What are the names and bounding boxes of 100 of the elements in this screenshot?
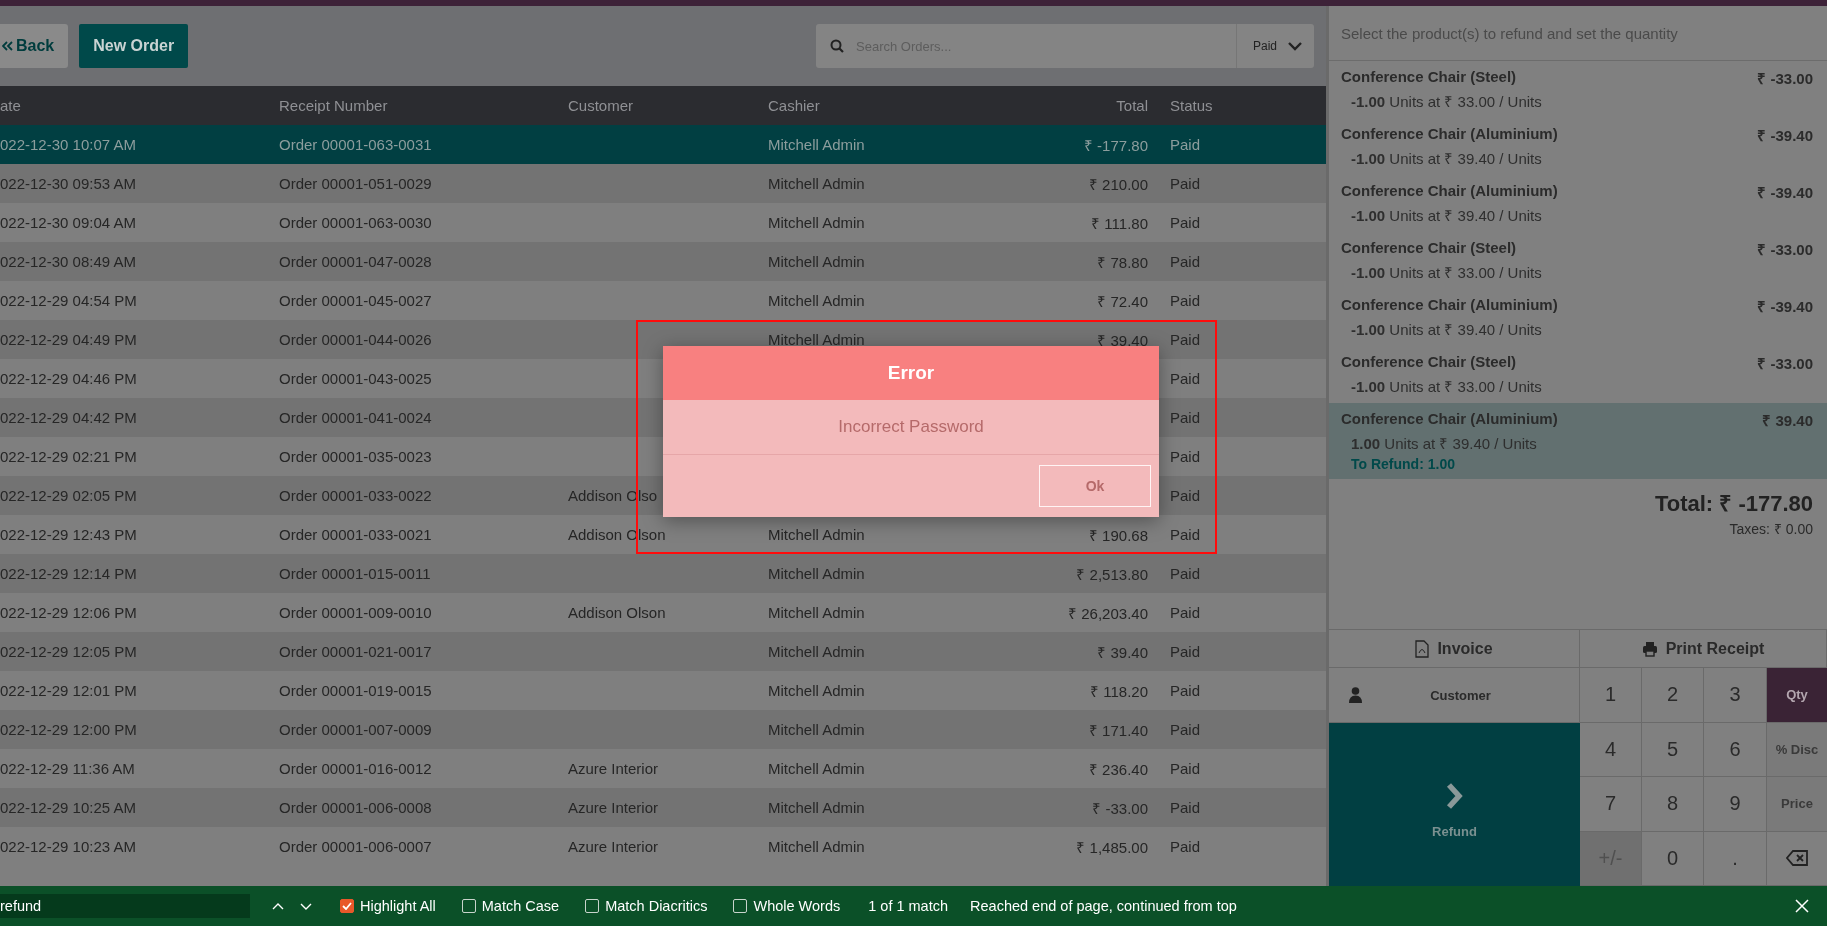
table-cell: Order 00001-021-0017 (279, 643, 432, 660)
table-cell: Paid (1170, 175, 1201, 192)
dialog-message: Incorrect Password (838, 417, 984, 437)
table-cell: Paid (1170, 136, 1201, 153)
table-cell-text: ₹ 171.40 (1088, 720, 1148, 740)
column-header: Status (1170, 97, 1213, 114)
table-cell: Paid (1170, 331, 1201, 348)
line-price: ₹ -33.00 (1757, 354, 1813, 373)
column-header: ate (0, 97, 21, 114)
line-price: ₹ -39.40 (1757, 297, 1813, 316)
table-cell: Mitchell Admin (768, 799, 865, 816)
order-total: Total: ₹ -177.80 (1654, 490, 1813, 517)
table-cell: Paid (1170, 370, 1201, 387)
column-header: Customer (568, 97, 634, 114)
table-cell: Mitchell Admin (768, 565, 865, 582)
table-cell: Paid (1170, 838, 1201, 855)
table-cell-text: ₹ 26,203.40 (1068, 603, 1148, 623)
table-cell: Mitchell Admin (768, 838, 865, 855)
table-cell: Paid (1170, 643, 1201, 660)
table-cell-text: ₹ 190.68 (1088, 525, 1148, 545)
table-cell: Order 00001-063-0030 (279, 214, 432, 231)
refund-quantity: To Refund: 1.00 (1350, 456, 1456, 472)
table-cell: 022-12-29 12:00 PM (0, 721, 137, 738)
table-cell: Paid (1170, 604, 1201, 621)
table-cell: Mitchell Admin (768, 331, 865, 348)
table-cell: Paid (1170, 721, 1201, 738)
line-detail: -1.00 Units at ₹ 39.40 / Units (1350, 149, 1543, 168)
table-cell-text: ₹ 118.20 (1090, 681, 1148, 701)
table-cell: Mitchell Admin (768, 292, 865, 309)
find-status: Reached end of page, continued from top (970, 898, 1237, 914)
table-cell: Azure Interior (568, 838, 659, 855)
table-cell: 022-12-29 11:36 AM (0, 760, 135, 777)
line-price: ₹ -33.00 (1757, 240, 1813, 259)
product-name: Conference Chair (Aluminium) (1341, 296, 1558, 315)
product-name: Conference Chair (Aluminium) (1341, 410, 1558, 429)
table-cell: Paid (1170, 799, 1201, 816)
table-cell: Order 00001-016-0012 (279, 760, 432, 777)
table-cell: Order 00001-035-0023 (279, 448, 432, 465)
table-cell: Order 00001-044-0026 (279, 331, 432, 348)
table-cell: Paid (1170, 682, 1201, 699)
table-cell: 022-12-30 10:07 AM (0, 136, 136, 153)
table-cell-text: ₹ 2,513.80 (1076, 564, 1148, 584)
table-cell: Addison Olson (568, 604, 666, 621)
table-cell-text: ₹ 210.00 (1088, 174, 1148, 194)
column-header: Total (1116, 97, 1148, 114)
table-cell: Order 00001-047-0028 (279, 253, 432, 270)
table-cell: Order 00001-051-0029 (279, 175, 432, 192)
product-name: Conference Chair (Aluminium) (1341, 182, 1558, 201)
table-cell: Paid (1170, 448, 1201, 465)
table-cell: Paid (1170, 526, 1201, 543)
table-cell: Paid (1170, 409, 1201, 426)
table-cell: Mitchell Admin (768, 643, 865, 660)
table-cell-text: ₹ 39.40 (1097, 642, 1148, 662)
table-cell: Paid (1170, 487, 1201, 504)
line-price: ₹ 39.40 (1762, 411, 1813, 430)
table-cell: Mitchell Admin (768, 682, 865, 699)
table-cell: Order 00001-063-0031 (279, 136, 432, 153)
table-cell: Order 00001-007-0009 (279, 721, 432, 738)
product-name: Conference Chair (Steel) (1341, 239, 1517, 258)
table-cell: 022-12-29 04:54 PM (0, 292, 137, 309)
table-cell: Order 00001-019-0015 (279, 682, 432, 699)
line-price: ₹ -33.00 (1757, 69, 1813, 88)
table-cell-text: ₹ 236.40 (1088, 759, 1148, 779)
table-cell: Mitchell Admin (768, 136, 865, 153)
line-price: ₹ -39.40 (1757, 183, 1813, 202)
table-cell: 022-12-29 04:42 PM (0, 409, 137, 426)
table-cell-text: ₹ -177.80 (1083, 135, 1148, 155)
table-cell: Order 00001-041-0024 (279, 409, 432, 426)
line-detail: -1.00 Units at ₹ 39.40 / Units (1350, 206, 1543, 225)
table-cell: Mitchell Admin (768, 721, 865, 738)
table-cell: 022-12-29 12:01 PM (0, 682, 137, 699)
column-header: Receipt Number (279, 97, 388, 114)
table-cell: 022-12-30 09:53 AM (0, 175, 136, 192)
table-cell: Mitchell Admin (768, 604, 865, 621)
table-cell: Azure Interior (568, 799, 659, 816)
table-cell-text: ₹ 39.40 (1097, 330, 1148, 350)
product-name: Conference Chair (Steel) (1341, 68, 1517, 87)
table-cell: Order 00001-033-0021 (279, 526, 432, 543)
table-cell: 022-12-29 12:43 PM (0, 526, 137, 543)
table-cell: Mitchell Admin (768, 760, 865, 777)
table-cell: 022-12-29 10:25 AM (0, 799, 136, 816)
table-cell: Mitchell Admin (768, 214, 865, 231)
table-cell: Paid (1170, 760, 1201, 777)
line-detail: -1.00 Units at ₹ 33.00 / Units (1350, 377, 1543, 396)
line-detail: -1.00 Units at ₹ 33.00 / Units (1350, 92, 1543, 111)
table-cell-text: ₹ 72.40 (1097, 291, 1148, 311)
table-cell: 022-12-29 04:49 PM (0, 331, 137, 348)
table-cell: Paid (1170, 253, 1201, 270)
table-cell: Mitchell Admin (768, 253, 865, 270)
table-cell: 022-12-29 02:05 PM (0, 487, 137, 504)
table-cell: 022-12-29 12:14 PM (0, 565, 137, 582)
table-cell: Mitchell Admin (768, 526, 865, 543)
table-cell: Mitchell Admin (768, 175, 865, 192)
table-cell: 022-12-29 12:06 PM (0, 604, 137, 621)
table-cell: 022-12-29 02:21 PM (0, 448, 137, 465)
table-cell: Paid (1170, 292, 1201, 309)
dialog-title: Error (887, 362, 935, 384)
table-cell: Order 00001-006-0007 (279, 838, 432, 855)
line-detail: -1.00 Units at ₹ 33.00 / Units (1350, 263, 1543, 282)
table-cell: Order 00001-015-0011 (279, 565, 431, 582)
